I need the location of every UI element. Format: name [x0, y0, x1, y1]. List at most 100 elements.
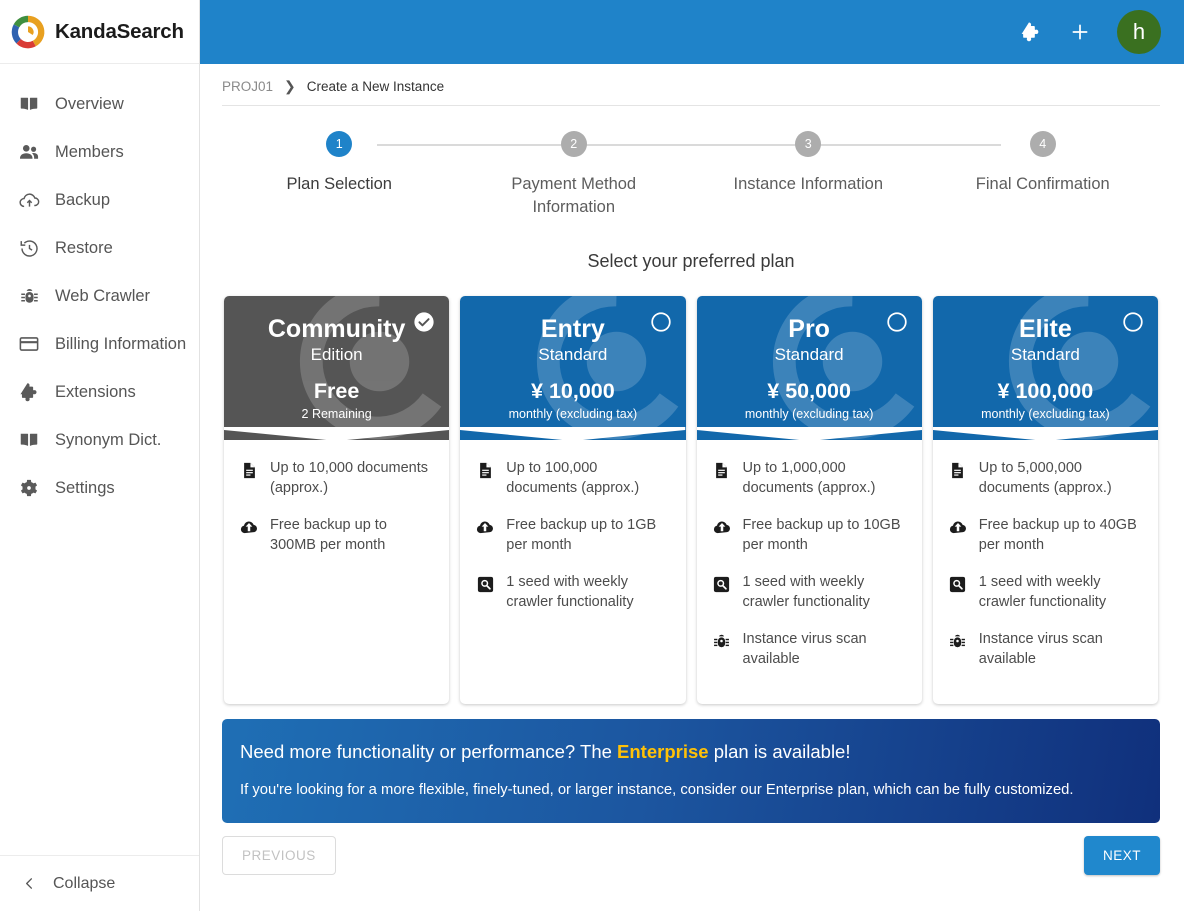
plus-icon[interactable] [1069, 21, 1091, 43]
plan-radio-icon[interactable] [1122, 311, 1144, 333]
plan-feature-text: 1 seed with weekly crawler functionality [742, 574, 870, 610]
sidebar-item-label: Extensions [55, 382, 136, 401]
plan-feature: 1 seed with weekly crawler functionality [711, 572, 908, 612]
enterprise-banner-body: If you're looking for a more flexible, f… [240, 782, 1074, 798]
stepper: 1 Plan Selection 2 Payment Method Inform… [222, 131, 1160, 219]
plan-tier: Edition [310, 345, 363, 364]
credit-card-icon [17, 332, 41, 356]
plan-radio-icon[interactable] [886, 311, 908, 333]
step-label: Plan Selection [286, 175, 393, 193]
plan-note: monthly (excluding tax) [981, 407, 1110, 421]
history-restore-icon [17, 236, 41, 260]
plan-cards: Community Edition Free 2 Remaining Up to… [222, 296, 1160, 704]
main-area: h PROJ01 ❯ Create a New Instance 1 Plan … [200, 0, 1184, 911]
breadcrumb: PROJ01 ❯ Create a New Instance [222, 72, 1160, 100]
plan-feature: Free backup up to 1GB per month [474, 515, 671, 555]
banner-title-before: Need more functionality or performance? … [240, 741, 618, 762]
sidebar-item-label: Web Crawler [55, 286, 151, 305]
plan-radio-selected-icon[interactable] [413, 311, 435, 333]
chevron-left-icon [22, 876, 37, 891]
sidebar-collapse-label: Collapse [53, 874, 116, 892]
plan-note: monthly (excluding tax) [744, 407, 874, 421]
plan-card-pro[interactable]: Pro Standard ¥ 50,000 monthly (excluding… [696, 296, 922, 704]
plan-card-header: Pro Standard ¥ 50,000 monthly (excluding… [696, 296, 922, 440]
sidebar-item-label: Billing Information [55, 334, 187, 353]
sidebar-item-extensions[interactable]: Extensions [0, 368, 199, 416]
plan-feature: Up to 100,000 documents (approx.) [474, 458, 671, 498]
sidebar: KandaSearch Overview Members Backup Rest… [0, 0, 200, 911]
book-icon [17, 92, 41, 116]
plan-note: 2 Remaining [301, 407, 372, 421]
plan-feature: Instance virus scan available [947, 629, 1144, 669]
plan-card-header: Entry Standard ¥ 10,000 monthly (excludi… [460, 296, 686, 440]
stepper-connector [585, 144, 794, 146]
plan-feature-text: Instance virus scan available [742, 631, 867, 667]
gear-icon [17, 476, 41, 500]
sidebar-collapse-button[interactable]: Collapse [0, 855, 199, 911]
plan-card-entry[interactable]: Entry Standard ¥ 10,000 monthly (excludi… [460, 296, 686, 704]
plan-card-elite[interactable]: Elite Standard ¥ 100,000 monthly (exclud… [932, 296, 1158, 704]
enterprise-banner: Need more functionality or performance? … [222, 719, 1160, 823]
book-icon [17, 428, 41, 452]
plan-price: Free [313, 379, 360, 403]
plan-radio-icon[interactable] [650, 311, 672, 333]
previous-button[interactable]: PREVIOUS [222, 836, 336, 875]
plan-card-community[interactable]: Community Edition Free 2 Remaining Up to… [224, 296, 450, 704]
step-number: 1 [326, 131, 353, 157]
breadcrumb-project[interactable]: PROJ01 [222, 79, 273, 94]
document-icon [238, 459, 260, 481]
plan-feature: Instance virus scan available [711, 629, 908, 669]
step-label: Payment Method Information [511, 175, 637, 216]
sidebar-item-overview[interactable]: Overview [0, 80, 199, 128]
plan-feature-text: Up to 5,000,000 documents (approx.) [978, 460, 1112, 496]
people-icon [17, 140, 41, 164]
sidebar-item-label: Members [55, 142, 124, 161]
plan-tier: Standard [538, 345, 608, 364]
plan-feature: Up to 1,000,000 documents (approx.) [711, 458, 908, 498]
kandasearch-logo-icon [10, 14, 46, 50]
cloud-upload-icon [947, 516, 969, 538]
plan-card-header: Community Edition Free 2 Remaining [224, 296, 450, 440]
plan-card-header: Elite Standard ¥ 100,000 monthly (exclud… [932, 296, 1158, 440]
cloud-upload-icon [711, 516, 733, 538]
sidebar-item-label: Synonym Dict. [55, 430, 162, 449]
document-icon [947, 459, 969, 481]
page-title: Select your preferred plan [587, 251, 795, 271]
sidebar-nav: Overview Members Backup Restore Web Craw… [0, 64, 199, 855]
puzzle-piece-icon[interactable] [1019, 20, 1043, 44]
step-label: Final Confirmation [975, 175, 1110, 193]
cloud-upload-icon [474, 516, 496, 538]
plan-price: ¥ 100,000 [997, 379, 1094, 403]
plan-feature-text: Up to 10,000 documents (approx.) [270, 460, 428, 496]
breadcrumb-current: Create a New Instance [306, 78, 445, 94]
header-notch [224, 427, 450, 440]
plan-tier: Standard [774, 345, 844, 364]
brand[interactable]: KandaSearch [0, 0, 199, 64]
plan-features: Up to 100,000 documents (approx.) Free b… [460, 440, 685, 704]
bug-icon [947, 630, 969, 652]
header-notch [696, 427, 922, 440]
sidebar-item-settings[interactable]: Settings [0, 464, 199, 512]
plan-feature-text: Up to 1,000,000 documents (approx.) [742, 460, 876, 496]
app-root: KandaSearch Overview Members Backup Rest… [0, 0, 1184, 911]
plan-price: ¥ 50,000 [767, 379, 851, 403]
sidebar-item-label: Backup [55, 190, 111, 209]
sidebar-item-web-crawler[interactable]: Web Crawler [0, 272, 199, 320]
search-box-icon [474, 573, 496, 595]
plan-features: Up to 5,000,000 documents (approx.) Free… [933, 440, 1158, 704]
stepper-connector [793, 144, 1002, 146]
step-number: 2 [560, 131, 587, 157]
sidebar-item-billing-information[interactable]: Billing Information [0, 320, 199, 368]
plan-price: ¥ 10,000 [531, 379, 615, 403]
sidebar-item-backup[interactable]: Backup [0, 176, 199, 224]
bug-icon [17, 284, 41, 308]
sidebar-item-members[interactable]: Members [0, 128, 199, 176]
banner-title-after: plan is available! [708, 741, 851, 762]
sidebar-item-synonym-dict[interactable]: Synonym Dict. [0, 416, 199, 464]
plan-feature: Up to 10,000 documents (approx.) [238, 458, 435, 498]
sidebar-item-restore[interactable]: Restore [0, 224, 199, 272]
sidebar-item-label: Settings [55, 478, 115, 497]
next-button[interactable]: NEXT [1083, 836, 1160, 875]
avatar[interactable]: h [1117, 10, 1161, 54]
search-box-icon [711, 573, 733, 595]
